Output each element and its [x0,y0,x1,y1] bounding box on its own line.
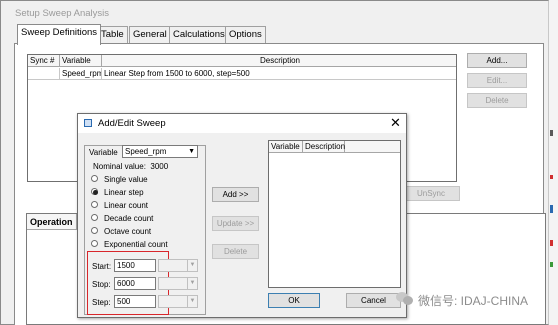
wechat-logo-icon [396,292,414,306]
radio-label-linear-step: Linear step [104,188,144,197]
radio-octave-count[interactable] [91,227,98,234]
start-label: Start: [92,262,112,271]
edge-mark [550,240,553,246]
sweep-list[interactable]: Variable Description [268,140,401,288]
add-edit-sweep-dialog: Add/Edit Sweep ✕ Variable Speed_rpm ▼ No… [77,113,407,318]
column-header-variable[interactable]: Variable [60,55,102,67]
dialog-title-bar[interactable]: Add/Edit Sweep ✕ [78,114,406,133]
add-button[interactable]: Add... [467,53,527,68]
ok-button[interactable]: OK [268,293,320,308]
dialog-update-button[interactable]: Update >> [212,216,259,231]
tab-options[interactable]: Options [225,26,266,43]
tab-general[interactable]: General [129,26,171,43]
cell-description: Linear Step from 1500 to 6000, step=500 [104,69,250,78]
step-input[interactable]: 500 [114,295,156,308]
background-window-edge [549,0,558,325]
variable-select[interactable]: Speed_rpm ▼ [122,145,198,158]
chevron-down-icon: ▼ [187,278,197,289]
edge-mark [550,262,553,267]
watermark-text: 微信号: IDAJ-CHINA [418,294,529,308]
start-input[interactable]: 1500 [114,259,156,272]
app-icon [84,119,92,127]
sweep-list-header: Variable Description [269,141,400,153]
step-label: Step: [92,298,111,307]
table-row[interactable]: Speed_rpm Linear Step from 1500 to 6000,… [28,68,456,80]
step-unit-select[interactable]: ▼ [158,295,198,308]
window-title: Setup Sweep Analysis [15,8,110,19]
cell-variable: Speed_rpm [62,68,102,80]
chevron-down-icon: ▼ [188,148,195,155]
stop-label: Stop: [92,280,111,289]
radio-exponential-count[interactable] [91,240,98,247]
tab-table[interactable]: Table [97,26,128,43]
radio-label-exponential-count: Exponential count [104,240,168,249]
delete-button[interactable]: Delete [467,93,527,108]
tab-calculations[interactable]: Calculations [169,26,229,43]
radio-label-decade-count: Decade count [104,214,154,223]
radio-decade-count[interactable] [91,214,98,221]
list-header-description[interactable]: Description [303,141,345,153]
variable-select-value: Speed_rpm [125,147,167,156]
radio-linear-step[interactable] [91,188,98,195]
edit-button[interactable]: Edit... [467,73,527,88]
stop-unit-select[interactable]: ▼ [158,277,198,290]
edge-mark [550,130,553,136]
radio-linear-count[interactable] [91,201,98,208]
cell-sync [28,68,60,80]
unsync-button[interactable]: UnSync [402,186,460,201]
list-header-variable[interactable]: Variable [269,141,303,153]
cancel-button[interactable]: Cancel [346,293,401,308]
edge-mark [550,205,553,213]
tab-sweep-definitions[interactable]: Sweep Definitions [17,24,102,45]
radio-label-octave-count: Octave count [104,227,152,236]
column-header-description[interactable]: Description [102,55,456,67]
radio-label-linear-count: Linear count [104,201,149,210]
variable-label: Variable [89,148,118,157]
table-header: Sync # Variable Description [28,55,456,67]
close-icon[interactable]: ✕ [390,115,401,130]
start-unit-select[interactable]: ▼ [158,259,198,272]
operation-header[interactable]: Operation [27,214,77,230]
stop-input[interactable]: 6000 [114,277,156,290]
chevron-down-icon: ▼ [187,296,197,307]
edge-mark [550,175,553,179]
nominal-label: Nominal value: 3000 [93,162,169,171]
dialog-delete-button[interactable]: Delete [212,244,259,259]
nominal-value: 3000 [150,162,169,171]
radio-single-value[interactable] [91,175,98,182]
dialog-add-button[interactable]: Add >> [212,187,259,202]
column-header-sync[interactable]: Sync # [28,55,60,67]
chevron-down-icon: ▼ [187,260,197,271]
radio-label-single-value: Single value [104,175,148,184]
dialog-title: Add/Edit Sweep [98,118,166,129]
